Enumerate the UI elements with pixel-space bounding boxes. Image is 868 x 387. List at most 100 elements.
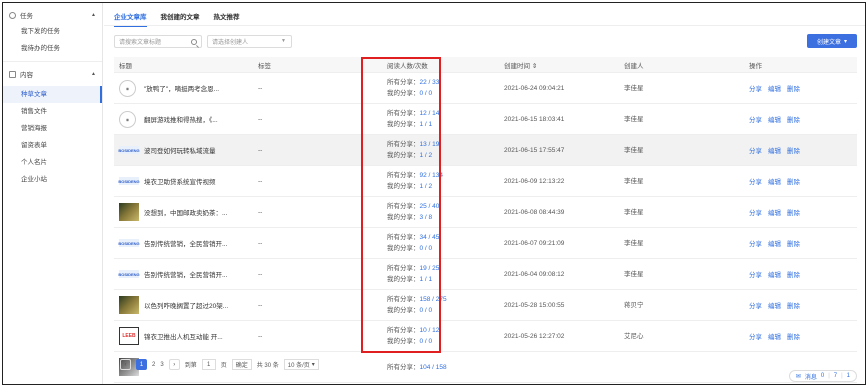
my-shares: 我的分享：1 / 2 bbox=[387, 150, 504, 161]
cell-title[interactable]: 以色列咋晚搁置了超过20架... bbox=[114, 296, 258, 314]
create-article-button[interactable]: 创建文章 ▾ bbox=[807, 34, 857, 48]
delete-link[interactable]: 删除 bbox=[787, 145, 800, 155]
page-button[interactable]: 2 bbox=[152, 362, 155, 368]
cell-title[interactable]: BOSIDENG 波司登如何玩转私域流量 bbox=[114, 145, 258, 155]
delete-link[interactable]: 删除 bbox=[787, 83, 800, 93]
cell-title[interactable]: BOSIDENG 告别传统营销，全民营销开... bbox=[114, 238, 258, 248]
cell-title[interactable]: BOSIDENG 境衣卫助贷系统宣传视频 bbox=[114, 176, 258, 186]
share-link[interactable]: 分享 bbox=[749, 238, 762, 248]
my-shares-label: 我的分享： bbox=[387, 245, 420, 252]
share-link[interactable]: 分享 bbox=[749, 331, 762, 341]
cell-ops: 分享 编辑 删除 bbox=[749, 83, 857, 93]
cell-title[interactable]: LEEB 锦衣卫推出人机互动能 开... bbox=[114, 327, 258, 345]
table-row[interactable]: 没想到，中国邮政卖奶茶：... -- 所有分享：25 / 40 我的分享：3 / 82… bbox=[114, 197, 857, 228]
sidebar-item-posters[interactable]: 营销海报 bbox=[3, 120, 102, 137]
sidebar-group-label: 内容 bbox=[20, 72, 33, 79]
sidebar-item-business-card[interactable]: 个人名片 bbox=[3, 154, 102, 171]
next-page-button[interactable]: › bbox=[168, 359, 180, 370]
sidebar-group-tasks[interactable]: 任务 ▲ bbox=[3, 7, 102, 23]
search-icon[interactable] bbox=[191, 39, 197, 45]
creator-select[interactable]: 请选择创建人 ▼ bbox=[207, 35, 292, 48]
share-link[interactable]: 分享 bbox=[749, 145, 762, 155]
article-title[interactable]: 没想到，中国邮政卖奶茶：... bbox=[144, 207, 227, 217]
my-shares-label: 我的分享： bbox=[387, 214, 420, 221]
col-title: 标题 bbox=[119, 62, 132, 70]
my-shares-label: 我的分享： bbox=[387, 276, 420, 283]
table-row[interactable]: BOSIDENG 境衣卫助贷系统宣传视频 -- 所有分享：92 / 134 我的分享：1… bbox=[114, 166, 857, 197]
delete-link[interactable]: 删除 bbox=[787, 114, 800, 124]
edit-link[interactable]: 编辑 bbox=[768, 331, 781, 341]
table-row[interactable]: ◉ "放鸭了"，嘀挺两考念恩... -- 所有分享：22 / 33 我的分享：0 / 0… bbox=[114, 73, 857, 104]
edit-link[interactable]: 编辑 bbox=[768, 269, 781, 279]
page-button[interactable]: 1 bbox=[136, 359, 147, 370]
search-input[interactable]: 请搜索文章标题 bbox=[114, 35, 202, 48]
my-shares-label: 我的分享： bbox=[387, 121, 420, 128]
delete-link[interactable]: 删除 bbox=[787, 176, 800, 186]
delete-link[interactable]: 删除 bbox=[787, 238, 800, 248]
all-shares-label: 所有分享： bbox=[387, 79, 420, 86]
page-input[interactable]: 1 bbox=[201, 359, 216, 370]
edit-link[interactable]: 编辑 bbox=[768, 176, 781, 186]
table-row[interactable]: BOSIDENG 告别传统营销，全民营销开... -- 所有分享：19 / 25 我的分… bbox=[114, 259, 857, 290]
article-title[interactable]: 告别传统营销，全民营销开... bbox=[144, 269, 227, 279]
edit-link[interactable]: 编辑 bbox=[768, 145, 781, 155]
edit-link[interactable]: 编辑 bbox=[768, 300, 781, 310]
col-creator: 创建人 bbox=[624, 62, 644, 70]
delete-link[interactable]: 删除 bbox=[787, 207, 800, 217]
table-row[interactable]: ◉ 翻屏游戏推和得热搜，《... -- 所有分享：12 / 14 我的分享：1 / 12… bbox=[114, 104, 857, 135]
share-link[interactable]: 分享 bbox=[749, 114, 762, 124]
sidebar-item-articles[interactable]: 种草文章 bbox=[3, 86, 102, 103]
edit-link[interactable]: 编辑 bbox=[768, 114, 781, 124]
article-title[interactable]: 境衣卫助贷系统宣传视频 bbox=[144, 176, 216, 186]
my-shares-value: 0 / 0 bbox=[419, 338, 433, 345]
cell-title[interactable]: ◉ 翻屏游戏推和得热搜，《... bbox=[114, 110, 258, 128]
share-link[interactable]: 分享 bbox=[749, 300, 762, 310]
sidebar-item-forms[interactable]: 留资表单 bbox=[3, 137, 102, 154]
sidebar-item-sales-files[interactable]: 销售文件 bbox=[3, 103, 102, 120]
edit-link[interactable]: 编辑 bbox=[768, 83, 781, 93]
message-label: 消息 bbox=[804, 374, 817, 381]
table-row[interactable]: 以色列咋晚搁置了超过20架... -- 所有分享：158 / 275 我的分享：0 /… bbox=[114, 290, 857, 321]
edit-link[interactable]: 编辑 bbox=[768, 238, 781, 248]
cell-title[interactable]: ◉ "放鸭了"，嘀挺两考念恩... bbox=[114, 79, 258, 97]
share-link[interactable]: 分享 bbox=[749, 269, 762, 279]
delete-link[interactable]: 删除 bbox=[787, 331, 800, 341]
sidebar-item-mini-site[interactable]: 企业小站 bbox=[3, 171, 102, 188]
edit-link[interactable]: 编辑 bbox=[768, 207, 781, 217]
message-pill[interactable]: ✉ 消息 0 | 7 | 1 bbox=[788, 370, 857, 382]
all-shares-value: 13 / 19 bbox=[419, 141, 440, 148]
delete-link[interactable]: 删除 bbox=[787, 300, 800, 310]
cell-title[interactable]: 没想到，中国邮政卖奶茶：... bbox=[114, 203, 258, 221]
article-title[interactable]: 波司登如何玩转私域流量 bbox=[144, 145, 216, 155]
all-shares: 所有分享：92 / 134 bbox=[387, 170, 504, 181]
cell-title[interactable]: BOSIDENG 告别传统营销，全民营销开... bbox=[114, 269, 258, 279]
article-title[interactable]: 以色列咋晚搁置了超过20架... bbox=[144, 300, 228, 310]
sidebar-item-issued-tasks[interactable]: 我下发的任务 bbox=[3, 23, 102, 40]
share-link[interactable]: 分享 bbox=[749, 176, 762, 186]
article-title[interactable]: 翻屏游戏推和得热搜，《... bbox=[144, 114, 218, 124]
share-link[interactable]: 分享 bbox=[749, 83, 762, 93]
cell-creator: 蒋贝宁 bbox=[624, 301, 644, 309]
article-title[interactable]: "放鸭了"，嘀挺两考念恩... bbox=[144, 83, 219, 93]
share-link[interactable]: 分享 bbox=[749, 207, 762, 217]
my-shares-value: 0 / 0 bbox=[419, 307, 433, 314]
delete-link[interactable]: 删除 bbox=[787, 269, 800, 279]
page-size-select[interactable]: 10 条/页 ▾ bbox=[283, 359, 319, 370]
cell-tag: -- bbox=[258, 146, 263, 154]
col-time[interactable]: 创建时间 ⇕ bbox=[504, 60, 624, 70]
my-shares: 我的分享：0 / 0 bbox=[387, 88, 504, 99]
prev-page-button[interactable]: ‹ bbox=[120, 359, 131, 370]
table-row[interactable]: LEEB 锦衣卫推出人机互动能 开... -- 所有分享：10 / 12 我的分享：0 … bbox=[114, 321, 857, 352]
all-shares-label: 所有分享： bbox=[387, 172, 420, 179]
sidebar-group-content[interactable]: 内容 ▲ bbox=[3, 66, 102, 82]
page-button[interactable]: 3 bbox=[160, 362, 163, 368]
article-title[interactable]: 告别传统营销，全民营销开... bbox=[144, 238, 227, 248]
sidebar-item-todo-tasks[interactable]: 我待办的任务 bbox=[3, 40, 102, 57]
confirm-button[interactable]: 确定 bbox=[231, 359, 252, 370]
sort-icon[interactable]: ⇕ bbox=[532, 63, 537, 70]
table-row[interactable]: BOSIDENG 波司登如何玩转私域流量 -- 所有分享：13 / 19 我的分享：1 … bbox=[114, 135, 857, 166]
article-title[interactable]: 锦衣卫推出人机互动能 开... bbox=[144, 331, 223, 341]
table-row[interactable]: BOSIDENG 告别传统营销，全民营销开... -- 所有分享：34 / 45 我的分… bbox=[114, 228, 857, 259]
all-shares-value: 22 / 33 bbox=[419, 79, 440, 86]
all-shares-label: 所有分享： bbox=[387, 141, 420, 148]
